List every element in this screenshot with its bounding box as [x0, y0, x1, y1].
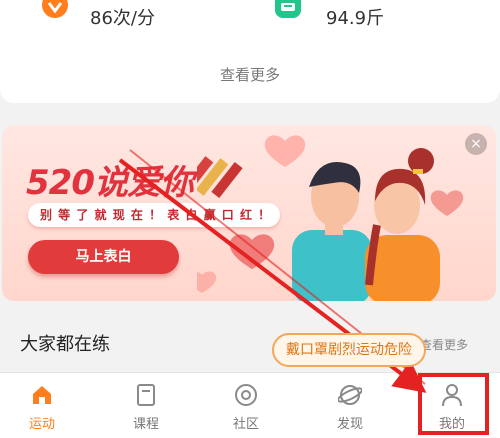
confess-now-button[interactable]: 马上表白 [28, 240, 179, 274]
tab-label: 社区 [232, 417, 259, 432]
tab-community[interactable]: 社区 [206, 373, 286, 438]
tab-label: 课程 [132, 417, 159, 432]
heart-rate-value: 86次/分 [90, 8, 155, 29]
weight-value: 94.9斤 [326, 8, 385, 29]
banner-subtitle: 别 等 了 就 现 在 ！ 表 白 赢 口 红 ！ [40, 208, 272, 222]
stats-card: 86次/分 94.9斤 查看更多 [0, 0, 500, 103]
home-icon [33, 386, 51, 404]
mask-warning-tooltip: 戴口罩剧烈运动危险 [272, 333, 426, 367]
discover-icon [338, 385, 362, 405]
tab-label: 运动 [28, 417, 55, 432]
tab-discover[interactable]: 发现 [310, 373, 390, 438]
heart-rate-icon [42, 0, 68, 18]
tab-sport[interactable]: 运动 [2, 373, 82, 438]
promo-banner[interactable]: 520说爱你 别 等 了 就 现 在 ！ 表 白 赢 口 红 ！ 马上表白 × [2, 125, 496, 301]
banner-close-button[interactable]: × [465, 133, 487, 155]
banner-subtitle-pill: 别 等 了 就 现 在 ！ 表 白 赢 口 红 ！ [28, 203, 280, 227]
community-icon [235, 384, 257, 406]
tab-label: 发现 [336, 417, 363, 432]
banner-title: 520说爱你 [26, 163, 194, 203]
weight-scale-icon [275, 0, 301, 18]
section-more-link[interactable]: 查看更多 [420, 336, 468, 353]
section-title: 大家都在练 [20, 334, 110, 355]
stats-more-link[interactable]: 查看更多 [0, 64, 500, 85]
highlight-box [418, 373, 489, 435]
tab-course[interactable]: 课程 [106, 373, 186, 438]
course-icon [137, 384, 155, 406]
